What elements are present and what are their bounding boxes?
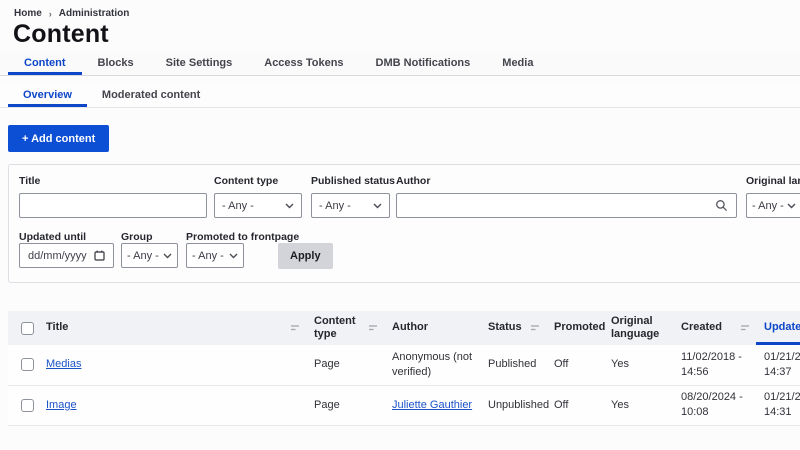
filter-original-language-label: Original language — [746, 175, 800, 187]
filter-content-type-value: - Any - — [222, 199, 254, 212]
breadcrumb-home-link[interactable]: Home — [14, 8, 42, 19]
filter-group-label: Group — [121, 231, 153, 243]
filters-panel: Title Content type - Any - Published sta… — [8, 164, 800, 283]
cell-status: Published — [480, 345, 546, 385]
chevron-down-icon — [787, 203, 796, 209]
cell-content-type: Page — [306, 384, 384, 426]
tab-access-tokens[interactable]: Access Tokens — [248, 52, 359, 75]
sort-icon[interactable] — [740, 324, 750, 332]
filter-original-language-select[interactable]: - Any - — [746, 193, 800, 218]
subtab-moderated-content[interactable]: Moderated content — [87, 83, 215, 107]
cell-promoted: Off — [546, 384, 603, 426]
chevron-down-icon — [229, 253, 238, 259]
filter-published-status-select[interactable]: - Any - — [311, 193, 390, 218]
filter-content-type-label: Content type — [214, 175, 279, 187]
filter-updated-until-date-input[interactable]: dd/mm/yyyy — [19, 243, 114, 268]
cell-updated: 01/21/2 14:37 — [756, 345, 800, 385]
content-title-link[interactable]: Image — [46, 399, 77, 411]
filter-title-label: Title — [19, 175, 41, 187]
content-table: Title Content type Author Status Promote… — [8, 311, 800, 426]
column-header-original-language[interactable]: Original language — [611, 315, 659, 340]
admin-content-page: Home › Administration Content Content Bl… — [0, 0, 800, 450]
apply-button[interactable]: Apply — [278, 243, 333, 269]
column-header-author[interactable]: Author — [392, 321, 428, 333]
filter-published-status-label: Published status — [311, 175, 396, 187]
cell-content-type: Page — [306, 345, 384, 385]
sort-icon[interactable] — [530, 324, 540, 332]
filter-group-select[interactable]: - Any - — [121, 243, 178, 268]
cell-updated: 01/21/2 14:31 — [756, 384, 800, 426]
table-row: Image Page Juliette Gauthier Unpublished… — [8, 384, 800, 426]
author-link[interactable]: Juliette Gauthier — [392, 399, 472, 411]
cell-status: Unpublished — [480, 384, 549, 426]
column-header-promoted[interactable]: Promoted — [554, 321, 605, 333]
tab-site-settings[interactable]: Site Settings — [150, 52, 249, 75]
filter-original-language-value: - Any - — [752, 199, 784, 212]
row-checkbox[interactable] — [21, 358, 34, 372]
filter-promoted-label: Promoted to frontpage — [186, 231, 300, 243]
column-header-status[interactable]: Status — [488, 321, 522, 334]
tab-media[interactable]: Media — [486, 52, 549, 75]
add-content-button[interactable]: + Add content — [8, 125, 110, 152]
tab-dmb-notifications[interactable]: DMB Notifications — [360, 52, 487, 75]
chevron-down-icon — [285, 203, 294, 209]
sort-icon[interactable] — [368, 324, 378, 332]
filter-author-label: Author — [396, 175, 431, 187]
filter-group-value: - Any - — [127, 249, 159, 262]
calendar-icon — [94, 250, 105, 261]
column-header-content-type[interactable]: Content type — [314, 315, 364, 341]
sort-icon[interactable] — [290, 324, 300, 332]
row-checkbox[interactable] — [21, 398, 34, 412]
chevron-down-icon — [373, 203, 382, 209]
tab-content[interactable]: Content — [8, 52, 82, 75]
chevron-down-icon — [163, 253, 172, 259]
filter-published-status-value: - Any - — [319, 199, 351, 212]
table-header-row: Title Content type Author Status Promote… — [8, 311, 800, 345]
breadcrumb-separator: › — [48, 8, 52, 19]
filter-title-input[interactable] — [19, 193, 207, 218]
filter-author-input[interactable] — [396, 193, 737, 218]
column-header-updated[interactable]: Updated — [764, 321, 800, 333]
content-title-link[interactable]: Medias — [46, 358, 81, 370]
search-icon — [715, 199, 728, 212]
cell-author: Anonymous (not verified) — [384, 345, 480, 385]
filter-promoted-value: - Any - — [192, 249, 224, 262]
table-row: Medias Page Anonymous (not verified) Pub… — [8, 345, 800, 385]
primary-tabs: Content Blocks Site Settings Access Toke… — [0, 52, 800, 76]
cell-promoted: Off — [546, 345, 603, 385]
breadcrumb: Home › Administration — [14, 8, 129, 19]
date-placeholder: dd/mm/yyyy — [28, 249, 87, 262]
column-header-title[interactable]: Title — [46, 321, 68, 334]
secondary-tabs: Overview Moderated content — [0, 83, 800, 108]
tab-blocks[interactable]: Blocks — [82, 52, 150, 75]
select-all-checkbox[interactable] — [21, 321, 34, 335]
subtab-overview[interactable]: Overview — [8, 83, 87, 107]
filter-promoted-select[interactable]: - Any - — [186, 243, 244, 268]
column-header-created[interactable]: Created — [681, 321, 722, 334]
filter-updated-until-label: Updated until — [19, 231, 87, 243]
filter-content-type-select[interactable]: - Any - — [214, 193, 302, 218]
cell-created: 08/20/2024 - 10:08 — [673, 384, 756, 426]
cell-original-language: Yes — [603, 345, 673, 385]
cell-original-language: Yes — [603, 384, 673, 426]
page-title: Content — [13, 20, 109, 48]
cell-created: 11/02/2018 - 14:56 — [673, 345, 756, 385]
breadcrumb-administration-link[interactable]: Administration — [59, 8, 130, 19]
